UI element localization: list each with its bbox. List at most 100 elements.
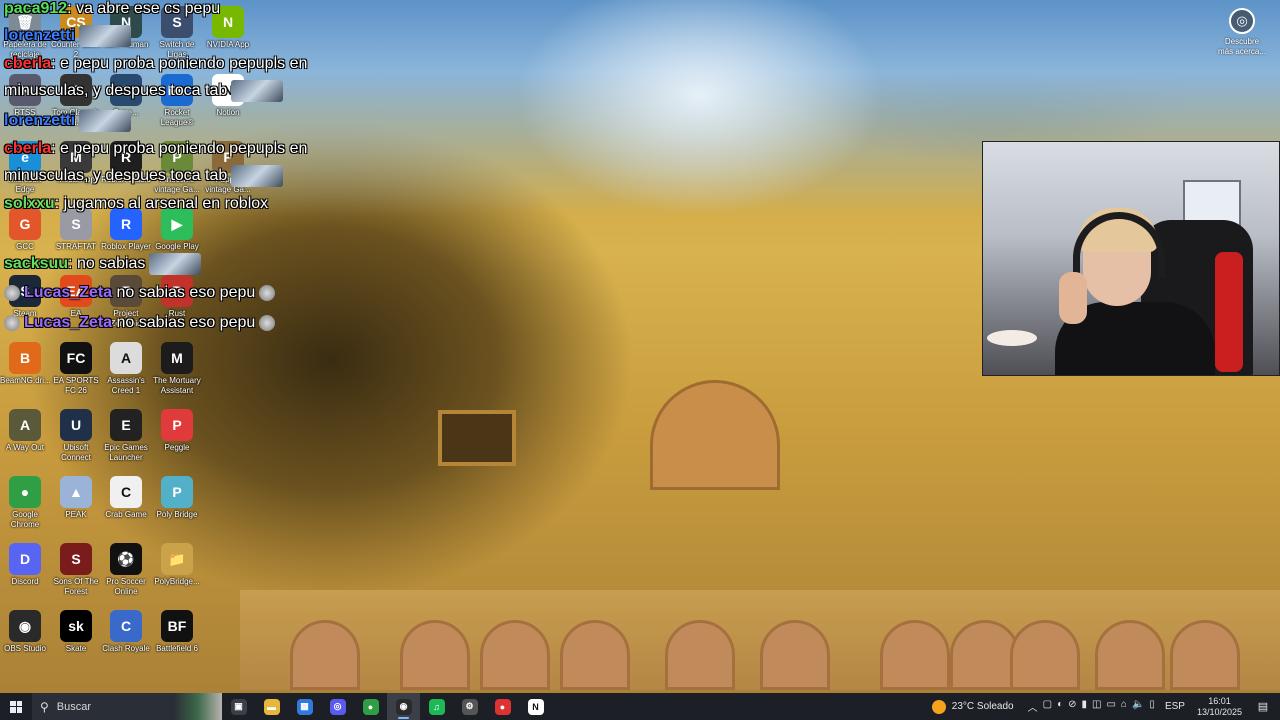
desktop-shortcut[interactable]: S Sons Of The Forest (51, 543, 101, 597)
wallpaper-carved-arch (1170, 620, 1240, 690)
desktop-shortcut[interactable]: E Epic Games Launcher (101, 409, 151, 463)
app-icon: 📁 (161, 543, 193, 575)
taskbar-app-obs[interactable]: ◉ (387, 693, 420, 720)
desktop-shortcut[interactable]: BF Battlefield 6 (152, 610, 202, 654)
wallpaper-window-niche (438, 410, 516, 466)
wallpaper-carved-arch (1010, 620, 1080, 690)
desktop-shortcut[interactable]: 📁 PolyBridge... (152, 543, 202, 587)
chat-username: cberla (4, 140, 52, 157)
desktop-shortcut[interactable]: ● Google Chrome (0, 476, 50, 530)
chat-text: no sabias eso pepu (112, 314, 256, 331)
desktop-shortcut-label: NVIDIA App (206, 40, 250, 49)
desktop-shortcut[interactable]: C Clash Royale (101, 610, 151, 654)
volume-icon[interactable]: 🔈 (1132, 699, 1144, 714)
chat-message: Lucas_Zeta no sabias eso pepu (4, 284, 276, 302)
taskbar-pinned-apps: ▣ ▬ ▦ ◎ ● ◉ ♫ ⚙ ● N (222, 693, 552, 720)
spotify-icon: ♫ (428, 698, 445, 715)
chat-username: Lucas_Zeta (24, 314, 113, 331)
app-icon: ◉ (9, 610, 41, 642)
desktop-shortcut-label: Discord (11, 577, 39, 586)
desktop-shortcut[interactable]: P Poly Bridge (152, 476, 202, 520)
system-tray: 23°C Soleado ︿ ▢ ◐ ⊘ ▮ ◫ ▭ ⌂ 🔈 ▯ ESP 16:… (931, 693, 1280, 720)
desktop-shortcut-label: Notion (216, 108, 240, 117)
chat-emote (79, 110, 132, 132)
chat-emote (79, 25, 132, 47)
start-button[interactable] (0, 693, 32, 720)
tray-app-icon[interactable]: ▯ (1149, 699, 1155, 714)
taskbar-app-medal[interactable]: ◎ (321, 693, 354, 720)
desktop-shortcut-label: Rocket League® (160, 108, 194, 127)
desktop-shortcut[interactable]: M The Mortuary Assistant (152, 342, 202, 396)
desktop-shortcut[interactable]: A Assassin's Creed 1 (101, 342, 151, 396)
tray-app-icon[interactable]: ◐ (1057, 699, 1063, 714)
desktop-shortcut-label: GCC (16, 242, 34, 251)
chat-message: paca912: va abre ese cs pepu (4, 0, 220, 18)
desktop-shortcut[interactable]: D Discord (0, 543, 50, 587)
webcam-person-hand (1059, 272, 1087, 324)
taskbar-app-task-view[interactable]: ▣ (222, 693, 255, 720)
app-icon: BF (161, 610, 193, 642)
taskbar-app-unknown-red[interactable]: ● (486, 693, 519, 720)
taskbar-app-notion[interactable]: N (519, 693, 552, 720)
desktop-shortcut[interactable]: B BeamNG.dri... (0, 342, 51, 386)
network-icon[interactable]: ⌂ (1121, 699, 1127, 714)
desktop-shortcut-label: Crab Game (105, 510, 147, 519)
chat-text: : e pepu proba poniendo pepupls en (51, 55, 308, 72)
wallpaper-arch-niche (650, 380, 780, 490)
chat-emote (259, 314, 276, 331)
desktop-shortcut[interactable]: ▲ PEAK (51, 476, 101, 520)
windows-logo-icon (10, 700, 22, 713)
webcam-plate (987, 330, 1037, 346)
chat-text: : va abre ese cs pepu (67, 0, 221, 17)
desktop-shortcut[interactable]: ◉ OBS Studio (0, 610, 50, 654)
desktop-shortcut-label: STRAFTAT (55, 242, 97, 251)
desktop-shortcut[interactable]: U Ubisoft Connect (51, 409, 101, 463)
chat-message: Lucas_Zeta no sabias eso pepu (4, 314, 276, 332)
discover-label: Descubre más acerca... (1218, 37, 1267, 56)
tray-app-icon[interactable]: ⊘ (1068, 699, 1076, 714)
taskbar-app-store[interactable]: ▦ (288, 693, 321, 720)
desktop-shortcut[interactable]: ▶ Google Play (152, 208, 202, 252)
chat-emote (149, 253, 202, 275)
webcam-overlay (982, 141, 1280, 376)
clock[interactable]: 16:01 13/10/2025 (1197, 696, 1242, 718)
language-indicator[interactable]: ESP (1165, 701, 1185, 712)
tray-app-icon[interactable]: ◫ (1092, 699, 1101, 714)
desktop-shortcut[interactable]: S STRAFTAT (51, 208, 101, 252)
discover-more-widget[interactable]: ◎ Descubre más acerca... (1218, 8, 1266, 57)
desktop-shortcut[interactable]: G GCC (0, 208, 50, 252)
taskbar: ⚲ Buscar ▣ ▬ ▦ ◎ ● ◉ ♫ ⚙ ● N 23°C Soleado ︿ ▢ ◐ ⊘… (0, 693, 1280, 720)
desktop-shortcut[interactable]: FC EA SPORTS FC 26 (51, 342, 101, 396)
chat-username: Lucas_Zeta (24, 284, 113, 301)
taskbar-app-settings[interactable]: ⚙ (453, 693, 486, 720)
chat-username: paca912 (4, 0, 68, 17)
taskbar-search-box[interactable]: ⚲ Buscar (32, 693, 222, 720)
wallpaper-carved-arch (665, 620, 735, 690)
notification-icon[interactable]: ▤ (1252, 700, 1274, 713)
sun-icon (931, 699, 946, 714)
desktop-shortcut[interactable]: sk Skate (51, 610, 101, 654)
desktop-shortcut[interactable]: C Crab Game (101, 476, 151, 520)
desktop-shortcut[interactable]: P Peggle (152, 409, 202, 453)
desktop-shortcut[interactable]: A A Way Out (0, 409, 50, 453)
desktop-shortcut-label: Poly Bridge (156, 510, 198, 519)
app-icon: A (9, 409, 41, 441)
desktop-shortcut[interactable]: R Roblox Player (101, 208, 151, 252)
wallpaper-carved-arch (880, 620, 950, 690)
taskbar-app-spotify[interactable]: ♫ (420, 693, 453, 720)
taskbar-app-chrome[interactable]: ● (354, 693, 387, 720)
tray-app-icon[interactable]: ▭ (1106, 699, 1115, 714)
weather-widget[interactable]: 23°C Soleado (931, 699, 1014, 714)
microphone-icon[interactable]: ▮ (1082, 699, 1088, 714)
desktop-shortcut[interactable]: ⚽ Pro Soccer Online (101, 543, 151, 597)
store-icon: ▦ (296, 698, 313, 715)
search-highlight-image (174, 693, 222, 720)
chat-text: : jugamos al arsenal en roblox (54, 195, 269, 212)
chevron-up-icon[interactable]: ︿ (1028, 699, 1038, 714)
app-icon: P (161, 476, 193, 508)
tray-app-icon[interactable]: ▢ (1043, 699, 1052, 714)
chat-emote (259, 284, 276, 301)
chat-message: cberla: e pepu proba poniendo pepupls en (4, 140, 307, 158)
webcam-chair-red-stripe (1215, 252, 1243, 372)
taskbar-app-file-explorer[interactable]: ▬ (255, 693, 288, 720)
